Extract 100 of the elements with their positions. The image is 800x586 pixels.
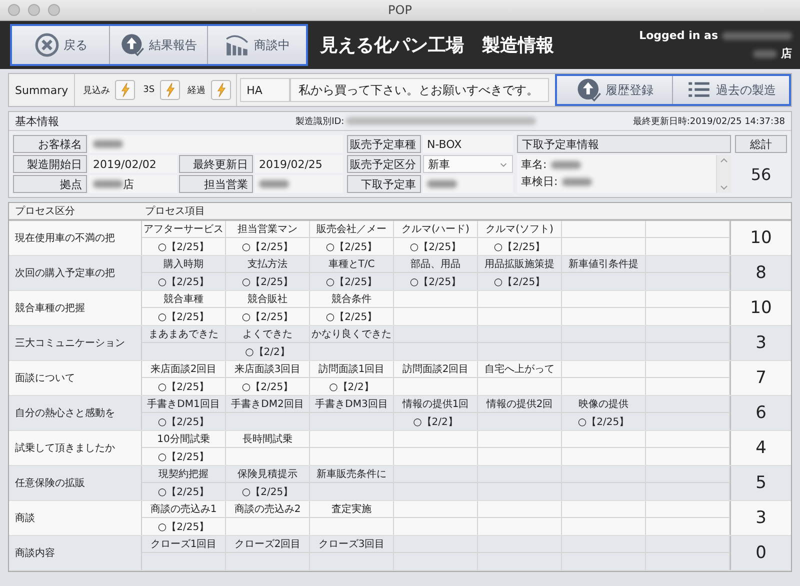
close-window-button[interactable] (8, 4, 20, 16)
item-result: ○【2/2】 (329, 380, 374, 394)
category-cell-text: 次回の購入予定車の把 (15, 266, 115, 280)
field-value: 店 (89, 175, 177, 193)
page-title: 見える化パン工場 製造情報 (320, 34, 555, 57)
bolt-icon[interactable] (160, 80, 180, 100)
field-label: 下取予定車 (347, 175, 421, 193)
scrollbar[interactable] (716, 155, 731, 193)
toolbar-button[interactable]: 結果報告 (110, 26, 208, 64)
item-name: 来店面談3回目 (234, 362, 301, 376)
item-result: ○【2/25】 (326, 310, 378, 324)
field-label: 担当営業 (179, 175, 253, 193)
item-name: 訪問面談1回目 (318, 362, 385, 376)
badge-label: 経過 (188, 84, 206, 96)
item-name: 手書きDM3回目 (315, 398, 388, 411)
item-name: 来店面談2回目 (150, 362, 217, 376)
section-title: 基本情報 (15, 114, 59, 128)
toolbar-button[interactable]: 過去の製造 (673, 76, 789, 104)
item-result: ○【2/25】 (158, 520, 210, 534)
upload-icon (120, 32, 145, 58)
bolt-icon[interactable] (115, 80, 136, 100)
item-name: 用品拡販施策提 (484, 258, 554, 271)
score-cell: 3 (756, 508, 766, 528)
item-name: 商談の売込み2 (234, 502, 301, 516)
item-result: ○【2/25】 (158, 276, 210, 288)
item-name: 商談の売込み1 (150, 502, 217, 516)
column-header: プロセス項目 (145, 204, 205, 218)
field-value: 2019/02/02 (89, 155, 177, 173)
blurred-text (722, 32, 792, 40)
select-field[interactable]: 新車 (423, 155, 513, 173)
item-name: クローズ1回目 (150, 538, 217, 551)
category-cell-text: 面談について (15, 372, 75, 385)
badge-label: 見込み (83, 84, 110, 96)
item-result: ○【2/25】 (410, 240, 462, 254)
item-name: 担当営業マン (238, 222, 298, 236)
category-cell-text: 自分の熱心さと感動を (15, 406, 115, 420)
window-title: POP (388, 3, 412, 17)
summary-label: Summary (9, 74, 76, 106)
item-name: 販売会社／メー (316, 222, 386, 236)
field-label: 製造開始日 (13, 155, 87, 173)
category-cell-text: 現在使用車の不満の把 (15, 232, 115, 245)
field-value: 2019/02/25 (255, 155, 343, 173)
toolbar-button[interactable]: 戻る (12, 26, 110, 64)
item-result: ○【2/25】 (242, 486, 294, 498)
toolbar-button[interactable]: 履歴登録 (557, 76, 673, 104)
item-name: よくできた (242, 328, 292, 341)
item-name: 保険見積提示 (238, 468, 298, 481)
item-name: 長時間試乗 (242, 432, 292, 446)
item-name: 査定実施 (332, 502, 372, 516)
score-cell: 0 (756, 543, 766, 563)
item-result: ○【2/25】 (242, 310, 294, 324)
close-icon (34, 32, 60, 58)
store-suffix: 店 (781, 46, 792, 61)
item-name: かなり良くできた (312, 328, 392, 341)
field-label: 車検日: (521, 174, 558, 189)
item-result: ○【2/25】 (242, 380, 294, 394)
field-label: 最終更新日 (179, 155, 253, 173)
item-name: 現契約把握 (158, 468, 208, 481)
login-label: Logged in as (639, 29, 718, 42)
item-name: アフターサービス (144, 223, 224, 236)
score-cell: 10 (750, 298, 772, 318)
bolt-icon[interactable] (210, 80, 231, 100)
category-cell-text: 競合車種の把握 (15, 302, 85, 315)
score-cell: 10 (750, 228, 772, 248)
category-cell-text: 商談 (15, 512, 35, 525)
item-name: クローズ2回目 (234, 538, 301, 551)
zoom-window-button[interactable] (48, 4, 60, 16)
item-name: 映像の提供 (578, 398, 628, 411)
message-text: 私から買って下さい。とお願いすべきです。 (290, 78, 549, 102)
field-label: 拠点 (13, 175, 87, 193)
item-name: 競合販社 (248, 292, 288, 306)
item-name: クルマ(ソフト) (486, 223, 554, 236)
category-cell-text: 任意保険の拡販 (15, 476, 85, 490)
category-cell-text: 商談内容 (15, 546, 55, 560)
item-result: ○【2/25】 (494, 240, 546, 254)
item-name: 支払方法 (248, 258, 288, 271)
field-value: N-BOX (423, 135, 513, 153)
item-result: ○【2/25】 (410, 276, 462, 288)
item-result: ○【2/25】 (242, 240, 294, 254)
total-value: 56 (750, 164, 772, 186)
item-name: 競合条件 (332, 292, 372, 306)
category-cell-text: 三大コミュニケーション (15, 336, 125, 350)
blurred-text (562, 178, 592, 186)
minimize-window-button[interactable] (28, 4, 40, 16)
item-name: 10分間試乗 (157, 432, 210, 446)
item-name: 購入時期 (164, 258, 204, 271)
item-name: 新車販売条件に (316, 468, 386, 481)
updated-time: 最終更新日時:2019/02/25 14:37:38 (632, 116, 785, 128)
code-field: HA (240, 78, 290, 102)
item-name: クローズ3回目 (318, 538, 385, 551)
item-result: ○【2/25】 (158, 416, 210, 428)
score-cell: 3 (756, 333, 766, 353)
item-result: ○【2/25】 (242, 276, 294, 288)
item-name: 部品、用品 (410, 258, 460, 271)
item-result: ○【2/25】 (494, 276, 546, 288)
item-name: クルマ(ハード) (402, 223, 470, 236)
score-cell: 5 (756, 473, 766, 493)
item-name: 自宅へ上がって (484, 362, 554, 376)
toolbar-button[interactable]: 商談中 (208, 26, 306, 64)
id-label: 製造識別ID: (296, 116, 344, 128)
